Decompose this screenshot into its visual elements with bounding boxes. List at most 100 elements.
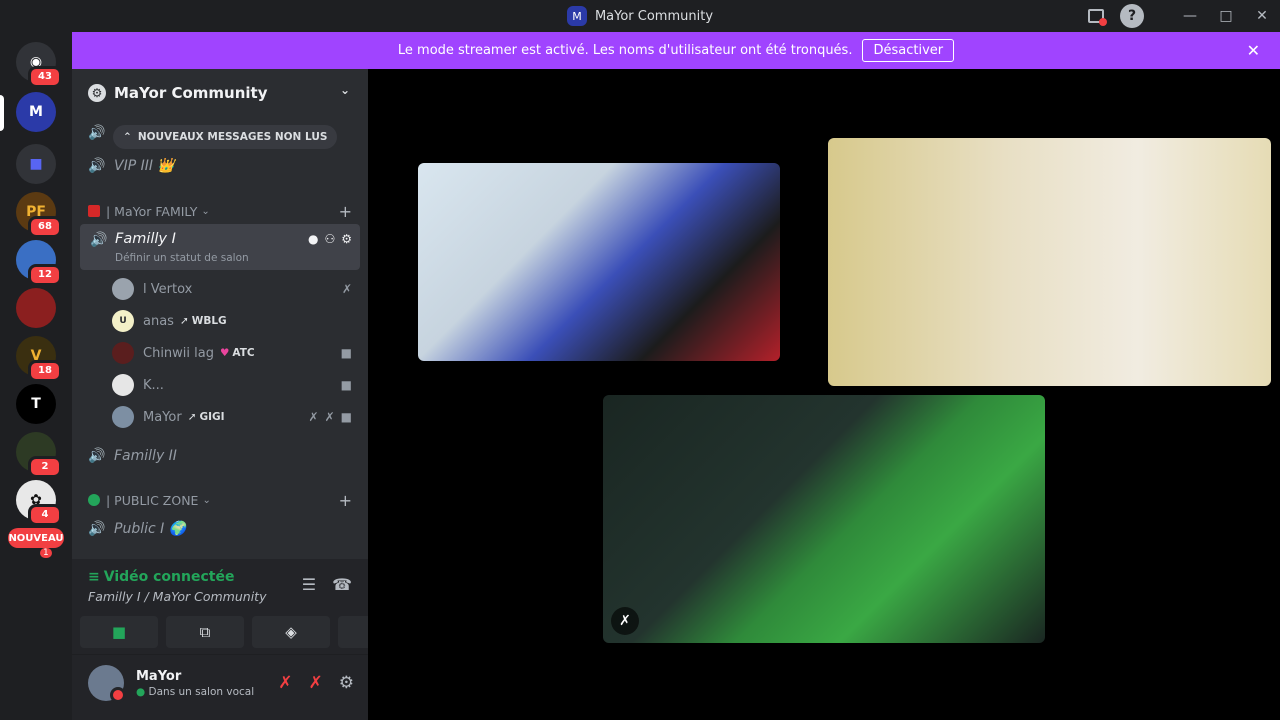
voice-member[interactable]: K... ■ bbox=[112, 371, 360, 399]
user-status-label: Dans un salon vocal bbox=[148, 686, 255, 698]
server-white[interactable]: ✿ 4 bbox=[16, 480, 62, 526]
voice-buttons: ■ ⧉ ◈ ✺ bbox=[80, 616, 416, 648]
speaker-icon: 🔊 bbox=[88, 448, 106, 464]
member-tag: ♥ ATC bbox=[220, 347, 255, 359]
member-name: anas bbox=[143, 313, 174, 329]
banner-text: Le mode streamer est activé. Les noms d'… bbox=[397, 43, 853, 58]
channel-vip[interactable]: 🔊 VIP III 👑 bbox=[80, 151, 360, 181]
member-tag-label: GIGI bbox=[199, 411, 225, 423]
heart-icon: ♥ bbox=[220, 347, 230, 359]
server-badge: 68 bbox=[28, 216, 62, 238]
guild-header[interactable]: ⚙ MaYor Community ⌄ bbox=[72, 69, 368, 117]
channel-label: VIP III 👑 bbox=[114, 158, 175, 174]
channel-label: Familly II bbox=[114, 448, 177, 464]
video-stage: ✗ bbox=[368, 69, 1280, 720]
speaker-icon: 🔊 bbox=[88, 125, 106, 141]
speaker-icon: 🔊 bbox=[88, 158, 106, 174]
minimize-button[interactable]: — bbox=[1172, 0, 1208, 32]
title-bar: M MaYor Community ? — □ ✕ bbox=[0, 0, 1280, 32]
voice-member[interactable]: MaYor ➚ GIGI ✗ ✗ ■ bbox=[112, 403, 360, 431]
channel-family-2[interactable]: 🔊 Familly II bbox=[80, 441, 360, 471]
member-tag-label: ATC bbox=[232, 347, 255, 359]
server-badge: 18 bbox=[28, 360, 62, 382]
channel-status[interactable]: Définir un statut de salon bbox=[115, 252, 249, 264]
avatar bbox=[112, 278, 134, 300]
server-crest[interactable]: V 18 bbox=[16, 336, 62, 382]
close-window-button[interactable]: ✕ bbox=[1244, 0, 1280, 32]
category-public[interactable]: | PUBLIC ZONE ⌄ + bbox=[80, 488, 360, 512]
streamer-mode-banner: Le mode streamer est activé. Les noms d'… bbox=[72, 32, 1280, 69]
help-icon[interactable]: ? bbox=[1120, 4, 1144, 28]
server-group[interactable]: 2 bbox=[16, 432, 62, 478]
gear-icon[interactable]: ⚙ bbox=[339, 673, 354, 693]
home-badge: 43 bbox=[28, 66, 62, 88]
rocket-icon: ➚ bbox=[187, 411, 197, 423]
category-family[interactable]: | MaYor FAMILY ⌄ + bbox=[80, 199, 360, 223]
server-tc[interactable]: T bbox=[16, 384, 56, 424]
flag-icon bbox=[88, 205, 100, 217]
category-label: | MaYor FAMILY bbox=[106, 203, 198, 219]
chevron-down-icon: ⌄ bbox=[339, 83, 350, 97]
voice-member[interactable]: l Vertox ✗ bbox=[112, 275, 360, 303]
camera-icon: ■ bbox=[111, 623, 127, 641]
voice-member[interactable]: Chinwii lag ♥ ATC ■ bbox=[112, 339, 360, 367]
voice-member[interactable]: U anas ➚ WBLG bbox=[112, 307, 360, 335]
add-channel-icon[interactable]: + bbox=[339, 491, 352, 510]
noise-suppression-icon[interactable]: ☰ bbox=[302, 575, 316, 594]
close-icon[interactable]: ✕ bbox=[1247, 41, 1260, 60]
server-avatar-red[interactable] bbox=[16, 288, 56, 328]
signal-icon: ≡ bbox=[88, 569, 100, 585]
unread-pill-label: NOUVEAUX MESSAGES NON LUS bbox=[137, 131, 328, 143]
server-badge: 12 bbox=[28, 264, 62, 286]
user-status: ● Dans un salon vocal bbox=[136, 686, 254, 698]
voice-channel-link[interactable]: Familly I / MaYor Community bbox=[88, 589, 266, 604]
speaker-icon: 🔊 bbox=[90, 232, 108, 248]
video-tile[interactable] bbox=[418, 163, 780, 361]
gamepad-icon: ◈ bbox=[285, 623, 297, 641]
user-controls: ✗ ✗ ⚙ bbox=[278, 673, 354, 693]
unread-messages-pill[interactable]: ⌃ NOUVEAUX MESSAGES NON LUS bbox=[113, 125, 338, 149]
channel-label: Public I 🌍 bbox=[114, 521, 187, 537]
avatar bbox=[112, 374, 134, 396]
screen-share-button[interactable]: ⧉ bbox=[166, 616, 244, 648]
channel-label: Familly I bbox=[115, 231, 176, 247]
community-icon: ⚙ bbox=[88, 84, 106, 102]
user-panel: MaYor ● Dans un salon vocal ✗ ✗ ⚙ bbox=[72, 655, 368, 720]
gear-icon[interactable]: ⚙ bbox=[341, 232, 352, 246]
server-pf[interactable]: PF 68 bbox=[16, 192, 62, 238]
activity-button[interactable]: ◈ bbox=[252, 616, 330, 648]
window-title-group: M MaYor Community bbox=[566, 6, 714, 26]
mic-muted-icon: ✗ bbox=[341, 282, 352, 296]
video-tile[interactable] bbox=[828, 138, 1271, 386]
new-servers-pill[interactable]: NOUVEAU bbox=[8, 528, 64, 548]
video-button[interactable]: ■ bbox=[80, 616, 158, 648]
invite-icon[interactable]: ⚇ bbox=[324, 232, 335, 246]
camera-icon: ■ bbox=[340, 410, 352, 424]
deactivate-button[interactable]: Désactiver bbox=[862, 39, 955, 62]
folder-icon[interactable]: ■ bbox=[16, 144, 56, 184]
window-title: MaYor Community bbox=[594, 8, 714, 24]
maximize-button[interactable]: □ bbox=[1208, 0, 1244, 32]
member-tag-label: WBLG bbox=[191, 315, 227, 327]
inbox-icon[interactable] bbox=[1078, 0, 1114, 32]
mic-muted-icon[interactable]: ✗ bbox=[278, 673, 292, 693]
camera-icon: ■ bbox=[340, 346, 352, 360]
disconnect-icon[interactable]: ☎ bbox=[332, 575, 352, 594]
server-avatar-blue[interactable]: 12 bbox=[16, 240, 62, 286]
channel-public-1[interactable]: 🔊 Public I 🌍 bbox=[80, 514, 360, 544]
user-name[interactable]: MaYor bbox=[136, 669, 181, 684]
voice-status[interactable]: ≡ Vidéo connectée bbox=[88, 569, 234, 585]
channel-family-1[interactable]: 🔊 Familly I Définir un statut de salon ●… bbox=[80, 224, 360, 270]
home-button[interactable]: ◉ 43 bbox=[16, 42, 62, 88]
chevron-up-icon: ⌃ bbox=[123, 131, 132, 143]
server-mayor-community[interactable]: M bbox=[16, 92, 56, 132]
server-rail: ◉ 43 M ■ PF 68 12 V 18 T 2 ✿ 4 NOUVEAU 1 bbox=[0, 32, 72, 720]
avatar bbox=[112, 342, 134, 364]
deafened-icon[interactable]: ✗ bbox=[309, 673, 323, 693]
add-channel-icon[interactable]: + bbox=[339, 202, 352, 221]
chat-icon[interactable]: ● bbox=[308, 232, 318, 246]
avatar[interactable] bbox=[88, 665, 126, 703]
category-label: | PUBLIC ZONE bbox=[106, 492, 199, 508]
video-tile[interactable]: ✗ bbox=[603, 395, 1045, 643]
avatar bbox=[112, 406, 134, 428]
